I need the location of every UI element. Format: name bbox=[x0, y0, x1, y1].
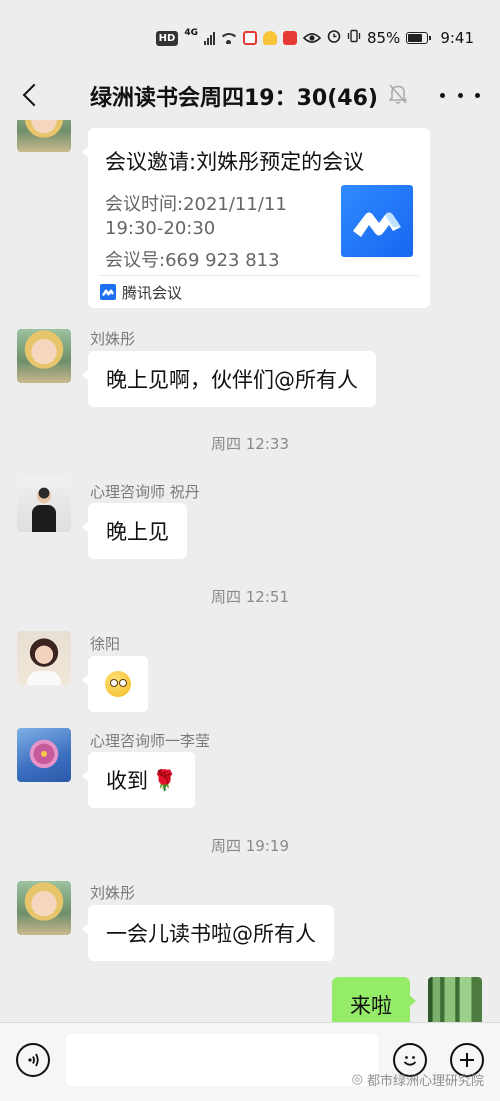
message-bubble[interactable]: 收到 🌹 bbox=[82, 752, 195, 808]
avatar[interactable] bbox=[17, 120, 71, 152]
vibrate-icon bbox=[347, 29, 361, 47]
rose-emoji-icon: 🌹 bbox=[152, 768, 177, 792]
meeting-time-range: 19:30-20:30 bbox=[105, 218, 216, 239]
mute-bell-icon bbox=[388, 83, 408, 105]
tencent-meeting-mini-icon bbox=[100, 284, 116, 300]
chat-title: 绿洲读书会周四19：30(46) bbox=[90, 86, 378, 111]
back-button[interactable] bbox=[14, 78, 48, 112]
back-arrow-icon bbox=[22, 83, 46, 107]
avatar[interactable] bbox=[17, 329, 71, 383]
clock: 9:41 bbox=[440, 29, 474, 47]
app-notification-icon bbox=[242, 31, 257, 45]
watermark-text: 都市绿洲心理研究院 bbox=[366, 1074, 484, 1089]
avatar-image bbox=[17, 478, 71, 532]
network-type: 4G bbox=[184, 28, 198, 38]
voice-button[interactable] bbox=[16, 1043, 50, 1077]
message-text: 收到 bbox=[106, 769, 148, 793]
meeting-time: 会议时间:2021/11/11 bbox=[105, 194, 287, 215]
hd-badge: HD bbox=[155, 30, 179, 46]
wifi-icon bbox=[220, 32, 237, 44]
meeting-title: 会议邀请:刘姝彤预定的会议 bbox=[105, 150, 365, 174]
chat-header: 绿洲读书会周四19：30(46) bbox=[0, 70, 500, 120]
status-bar: HD 4G 85% 9:41 bbox=[0, 0, 500, 70]
app-notification-icon bbox=[282, 31, 297, 45]
message-bubble[interactable] bbox=[82, 656, 148, 712]
message-input[interactable] bbox=[66, 1034, 378, 1086]
app-notification-icon bbox=[262, 31, 277, 45]
input-bar: ◎ 都市绿洲心理研究院 bbox=[0, 1022, 500, 1101]
wechat-channel-icon: ◎ bbox=[351, 1072, 363, 1087]
sender-name: 刘姝彤 bbox=[90, 330, 136, 348]
card-source: 腾讯会议 bbox=[100, 282, 182, 302]
message-bubble[interactable]: 晚上见 bbox=[82, 503, 187, 559]
avatar[interactable] bbox=[17, 478, 71, 532]
meeting-id: 会议号:669 923 813 bbox=[105, 250, 280, 271]
status-icons: HD 4G 85% 9:41 bbox=[155, 26, 474, 50]
avatar[interactable] bbox=[17, 728, 71, 782]
voice-icon bbox=[28, 1053, 39, 1067]
smirk-emoji-icon bbox=[105, 671, 131, 697]
card-source-label: 腾讯会议 bbox=[122, 283, 183, 302]
sender-name: 心理咨询师 祝丹 bbox=[90, 483, 200, 501]
sender-name: 徐阳 bbox=[90, 635, 121, 653]
battery-icon bbox=[406, 32, 432, 44]
signal-icon bbox=[203, 31, 215, 45]
own-avatar[interactable] bbox=[428, 977, 482, 1022]
emoji-icon bbox=[403, 1056, 417, 1066]
own-message-bubble[interactable]: 来啦 bbox=[332, 977, 416, 1022]
battery-percent: 85% bbox=[366, 29, 401, 47]
message-bubble[interactable]: 晚上见啊，伙伴们@所有人 bbox=[82, 351, 376, 407]
card-divider bbox=[100, 275, 418, 276]
chat-messages[interactable]: 会议邀请:刘姝彤预定的会议 会议时间:2021/11/11 19:30-20:3… bbox=[0, 120, 500, 1022]
time-separator: 周四 12:33 bbox=[211, 435, 289, 453]
watermark: ◎ 都市绿洲心理研究院 bbox=[352, 1070, 484, 1089]
more-button[interactable] bbox=[440, 80, 480, 110]
avatar[interactable] bbox=[17, 631, 71, 685]
tencent-meeting-logo-icon bbox=[341, 185, 413, 257]
message-bubble[interactable]: 一会儿读书啦@所有人 bbox=[82, 905, 334, 961]
alarm-icon bbox=[327, 29, 341, 47]
time-separator: 周四 19:19 bbox=[211, 837, 289, 855]
plus-icon bbox=[460, 1053, 474, 1067]
sender-name: 刘姝彤 bbox=[90, 884, 136, 902]
meeting-invite-card[interactable]: 会议邀请:刘姝彤预定的会议 会议时间:2021/11/11 19:30-20:3… bbox=[82, 128, 430, 308]
more-icon bbox=[440, 92, 445, 98]
eye-comfort-icon bbox=[302, 29, 322, 48]
time-separator: 周四 12:51 bbox=[211, 588, 289, 606]
avatar[interactable] bbox=[17, 881, 71, 935]
sender-name: 心理咨询师一李莹 bbox=[90, 732, 211, 750]
